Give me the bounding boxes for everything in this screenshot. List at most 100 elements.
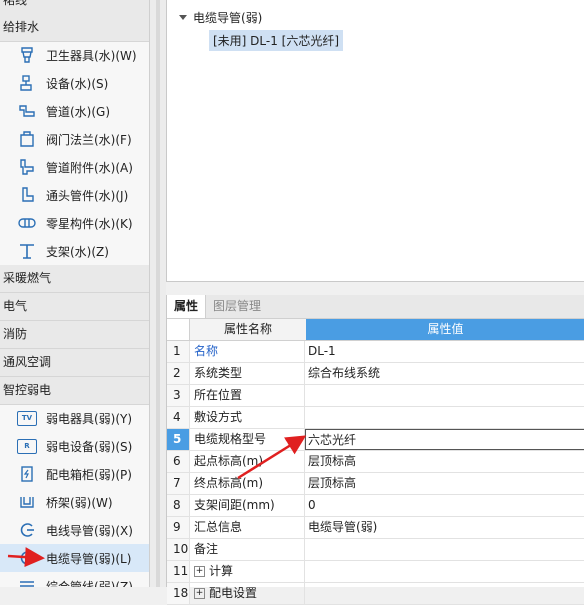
property-name: 电缆规格型号 [189,429,305,450]
property-value[interactable]: 0 [305,495,584,516]
sidebar-item-label: 卫生器具(水)(W) [46,48,137,63]
property-value[interactable] [305,539,584,560]
tab-layer-management[interactable]: 图层管理 [206,295,268,318]
property-name: 起点标高(m) [189,451,305,472]
category-ventilation[interactable]: 通风空调 [0,349,149,377]
sidebar-item-label: 综合管线(弱)(Z) [46,579,133,588]
tree-node-root[interactable]: 电缆导管(弱) [179,9,262,26]
property-name: 备注 [189,539,305,560]
sidebar-item-support[interactable]: 支架(水)(Z) [0,237,149,265]
category-fire[interactable]: 消防 [0,321,149,349]
property-row[interactable]: 1 名称 DL-1 [167,341,584,363]
sidebar-item-label: 弱电器具(弱)(Y) [46,411,133,426]
sidebar-item-pipe[interactable]: 管道(水)(G) [0,97,149,125]
property-row[interactable]: 8 支架间距(mm) 0 [167,495,584,517]
property-group-row[interactable]: 11 + 计算 [167,561,584,583]
property-value [305,561,584,582]
property-group-name: 配电设置 [209,586,258,600]
component-tree-panel: 电缆导管(弱) [未用] DL-1 [六芯光纤] [166,0,584,282]
property-name: 系统类型 [189,363,305,384]
cable-conduit-icon [16,549,38,567]
row-number: 18 [167,583,189,604]
property-value[interactable] [305,407,584,428]
sidebar-item-label: 电线导管(弱)(X) [46,523,133,538]
property-name: 所在位置 [189,385,305,406]
sidebar-item-tee-fitting[interactable]: 通头管件(水)(J) [0,181,149,209]
property-value[interactable] [305,385,584,406]
sidebar-item-equipment[interactable]: 设备(水)(S) [0,69,149,97]
category-electrical[interactable]: 电气 [0,293,149,321]
sidebar-item-pipeline[interactable]: 综合管线(弱)(Z) [0,572,149,587]
sidebar-item-weak-appliance[interactable]: TV 弱电器具(弱)(Y) [0,404,149,432]
component-sidebar: 裙线 给排水 卫生器具(水)(W) 设备(水)(S) 管道(水)(G) 阀门法兰… [0,0,150,587]
sidebar-item-cable-conduit[interactable]: 电缆导管(弱)(L) [0,544,149,572]
header-property-value[interactable]: 属性值 [306,319,584,340]
expand-arrow-icon[interactable] [179,15,187,20]
property-row[interactable]: 2 系统类型 综合布线系统 [167,363,584,385]
tree-node-dl1[interactable]: [未用] DL-1 [六芯光纤] [209,30,344,51]
property-value[interactable]: 层顶标高 [305,451,584,472]
panel-splitter[interactable] [150,0,166,587]
property-row[interactable]: 10 备注 [167,539,584,561]
misc-component-icon [16,214,38,232]
sidebar-item-misc-component[interactable]: 零星构件(水)(K) [0,209,149,237]
tab-properties[interactable]: 属性 [167,295,207,318]
sidebar-item-label: 管道(水)(G) [46,104,111,119]
tv-icon: TV [16,409,38,427]
property-row[interactable]: 3 所在位置 [167,385,584,407]
row-number: 4 [167,407,189,428]
sidebar-item-weak-device[interactable]: R 弱电设备(弱)(S) [0,432,149,460]
category-heating-gas[interactable]: 采暖燃气 [0,265,149,293]
sidebar-item-label: 桥架(弱)(W) [46,495,113,510]
sidebar-item-valve[interactable]: 阀门法兰(水)(F) [0,125,149,153]
properties-grid-header: 属性名称 属性值 [167,319,584,341]
property-name: 终点标高(m) [189,473,305,494]
pipeline-icon [16,577,38,587]
property-row[interactable]: 9 汇总信息 电缆导管(弱) [167,517,584,539]
sidebar-item-sanitary[interactable]: 卫生器具(水)(W) [0,41,149,69]
sidebar-item-label: 零星构件(水)(K) [46,216,133,231]
property-row[interactable]: 6 起点标高(m) 层顶标高 [167,451,584,473]
row-number: 5 [167,429,189,450]
sidebar-item-bridge[interactable]: 桥架(弱)(W) [0,488,149,516]
sidebar-item-label: 配电箱柜(弱)(P) [46,467,132,482]
header-index [167,319,189,340]
support-icon [16,242,38,260]
property-group-row[interactable]: 18 + 配电设置 [167,583,584,605]
row-number: 2 [167,363,189,384]
property-name: 名称 [189,341,305,362]
valve-icon [16,130,38,148]
splitter-handle[interactable] [156,0,160,587]
sidebar-item-distribution-cabinet[interactable]: 配电箱柜(弱)(P) [0,460,149,488]
header-property-name[interactable]: 属性名称 [189,319,306,340]
category-partial[interactable]: 裙线 [0,0,149,15]
property-value[interactable]: 电缆导管(弱) [305,517,584,538]
sidebar-item-label: 阀门法兰(水)(F) [46,132,132,147]
category-plumbing[interactable]: 给排水 [0,14,149,42]
bridge-icon [16,493,38,511]
cable-spec-input[interactable]: 六芯光纤 [305,429,584,450]
sidebar-item-wire-conduit[interactable]: 电线导管(弱)(X) [0,516,149,544]
row-number: 3 [167,385,189,406]
property-value[interactable]: DL-1 [305,341,584,362]
sidebar-item-pipe-fitting[interactable]: 管道附件(水)(A) [0,153,149,181]
property-value[interactable]: 层顶标高 [305,473,584,494]
property-name: 敷设方式 [189,407,305,428]
sidebar-item-label: 通头管件(水)(J) [46,188,129,203]
expand-plus-icon[interactable]: + [194,588,205,599]
row-number: 11 [167,561,189,582]
sidebar-item-label: 支架(水)(Z) [46,244,109,259]
plumbing-list: 卫生器具(水)(W) 设备(水)(S) 管道(水)(G) 阀门法兰(水)(F) … [0,41,149,265]
pipe-icon [16,102,38,120]
property-row-selected[interactable]: 5 电缆规格型号 六芯光纤 [167,429,584,451]
property-row[interactable]: 7 终点标高(m) 层顶标高 [167,473,584,495]
device-icon: R [16,437,38,455]
row-number: 7 [167,473,189,494]
property-row[interactable]: 4 敷设方式 [167,407,584,429]
category-weak-current[interactable]: 智控弱电 [0,377,149,405]
expand-plus-icon[interactable]: + [194,566,205,577]
property-name: 汇总信息 [189,517,305,538]
property-value[interactable]: 综合布线系统 [305,363,584,384]
sidebar-item-label: 管道附件(水)(A) [46,160,133,175]
pipe-fitting-icon [16,158,38,176]
